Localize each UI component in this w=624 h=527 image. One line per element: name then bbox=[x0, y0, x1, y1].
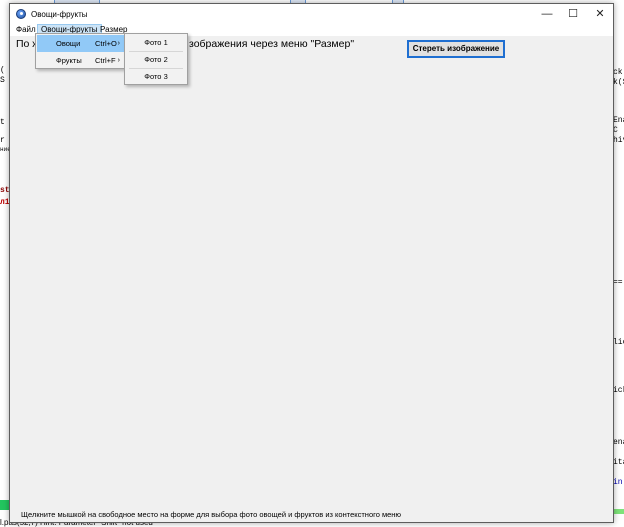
background-code-fragment: t bbox=[0, 118, 5, 127]
submenu-arrow-icon: › bbox=[117, 57, 120, 64]
clear-image-button[interactable]: Стереть изображение bbox=[407, 40, 505, 58]
background-code-fragment: ck bbox=[613, 68, 623, 77]
window-title: Овощи-фрукты bbox=[31, 10, 88, 19]
maximize-button[interactable]: ☐ bbox=[560, 4, 586, 24]
background-code-fragment: == bbox=[613, 278, 623, 287]
background-code-fragment: r bbox=[0, 136, 5, 145]
submenu-item-photo-1[interactable]: Фото 1 bbox=[126, 34, 186, 51]
vegfruit-dropdown: Овощи Ctrl+O › Фрукты Ctrl+F › bbox=[35, 33, 126, 69]
background-code-fragment: Ena bbox=[613, 116, 624, 125]
submenu-arrow-icon: › bbox=[117, 40, 120, 47]
background-code-fragment: ita bbox=[613, 458, 624, 467]
close-button[interactable]: ✕ bbox=[587, 4, 613, 24]
submenu-item-photo-3[interactable]: Фото 3 bbox=[126, 68, 186, 85]
app-icon bbox=[16, 9, 26, 19]
background-code-fragment: in bbox=[613, 478, 623, 487]
background-code-fragment: S bbox=[0, 76, 5, 85]
background-code-fragment: ( bbox=[0, 66, 5, 75]
menu-item-fruits[interactable]: Фрукты Ctrl+F › bbox=[37, 52, 124, 69]
menu-item-vegetables[interactable]: Овощи Ctrl+O › bbox=[37, 35, 124, 52]
menu-item-label: Овощи bbox=[56, 39, 81, 48]
background-code-fragment: hiv bbox=[613, 136, 624, 145]
form-client-area[interactable]: По ж зображения через меню "Размер" Стер… bbox=[10, 36, 613, 522]
title-bar[interactable]: Овощи-фрукты — ☐ ✕ bbox=[10, 4, 613, 24]
submenu-item-photo-2[interactable]: Фото 2 bbox=[126, 51, 186, 68]
app-window: Овощи-фрукты — ☐ ✕ Файл Овощи-фрукты Раз… bbox=[9, 3, 614, 523]
vegetables-submenu: Фото 1 Фото 2 Фото 3 bbox=[124, 33, 188, 85]
menu-item-label: Фрукты bbox=[56, 56, 82, 65]
background-code-fragment: ick bbox=[613, 386, 624, 395]
background-code-fragment: lic bbox=[613, 338, 624, 347]
size-hint-text-right: зображения через меню "Размер" bbox=[189, 38, 355, 50]
menu-item-shortcut: Ctrl+O bbox=[95, 39, 117, 48]
background-code-fragment: ena bbox=[613, 438, 624, 447]
background-code-fragment: k(S bbox=[613, 78, 624, 87]
status-hint-text: Щелкните мышкой на свободное место на фо… bbox=[21, 510, 402, 519]
menu-item-shortcut: Ctrl+F bbox=[95, 56, 116, 65]
minimize-button[interactable]: — bbox=[534, 4, 560, 24]
